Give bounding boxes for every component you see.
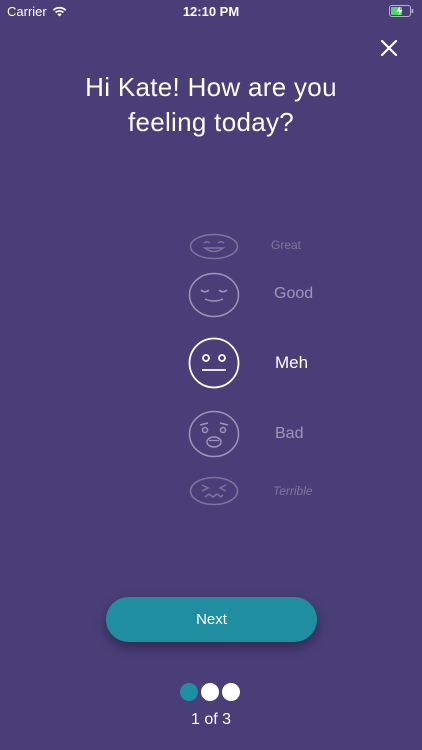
mood-label-good: Good bbox=[274, 285, 314, 302]
close-icon bbox=[380, 39, 398, 57]
page-count-label: 1 of 3 bbox=[190, 711, 232, 728]
page-dot-3 bbox=[222, 683, 240, 701]
smile-face-icon bbox=[189, 233, 239, 260]
page-dot-1-active bbox=[180, 683, 198, 701]
title-line-2: feeling today? bbox=[127, 107, 295, 137]
battery-charging-icon bbox=[389, 5, 414, 17]
title-line-1: Hi Kate! How are you bbox=[85, 72, 337, 102]
mood-option-meh[interactable]: Meh bbox=[188, 337, 308, 389]
mood-label-bad: Bad bbox=[275, 425, 304, 442]
content-face-icon bbox=[188, 272, 240, 318]
mood-option-great[interactable]: Great bbox=[189, 233, 301, 260]
next-button[interactable]: Next bbox=[106, 597, 317, 642]
page-title: Hi Kate! How are you feeling today? bbox=[40, 70, 382, 140]
distressed-face-icon bbox=[189, 476, 239, 506]
page-indicator bbox=[180, 683, 240, 701]
status-time: 12:10 PM bbox=[182, 4, 240, 19]
page-dot-2 bbox=[201, 683, 219, 701]
status-bar: Carrier 12:10 PM bbox=[0, 0, 422, 22]
close-button[interactable] bbox=[378, 37, 400, 59]
mood-label-terrible: Terrible bbox=[273, 484, 313, 498]
mood-label-great: Great bbox=[271, 238, 302, 252]
mood-option-bad[interactable]: Bad bbox=[188, 410, 303, 458]
mood-label-meh: Meh bbox=[275, 353, 309, 372]
mood-option-terrible[interactable]: Terrible bbox=[189, 476, 313, 506]
neutral-face-icon bbox=[188, 337, 240, 389]
mood-option-good[interactable]: Good bbox=[188, 272, 313, 318]
worried-face-icon bbox=[188, 410, 240, 458]
